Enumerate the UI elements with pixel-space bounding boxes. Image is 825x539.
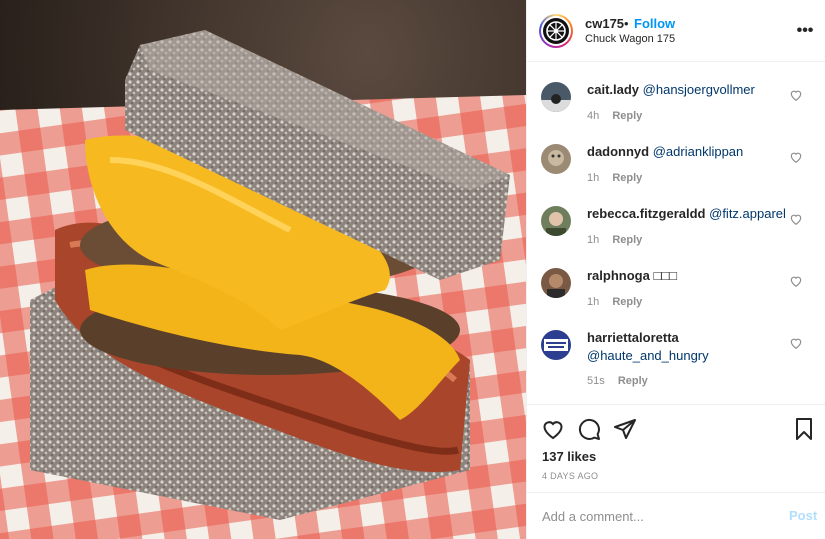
reply-button[interactable]: Reply <box>612 296 642 308</box>
comment-text: rebecca.fitzgeraldd @fitz.apparel <box>587 205 787 223</box>
reply-button[interactable]: Reply <box>612 234 642 246</box>
wagon-wheel-icon <box>543 18 569 44</box>
comment-meta: 51s Reply <box>587 375 648 387</box>
comment-meta: 4h Reply <box>587 110 642 122</box>
post-comment-button[interactable]: Post <box>789 508 817 523</box>
comment-mention[interactable]: @fitz.apparel <box>709 206 786 221</box>
comment-username[interactable]: cait.lady <box>587 82 639 97</box>
comment-username[interactable]: harriettaloretta <box>587 330 679 345</box>
comment-time[interactable]: 1h <box>587 234 599 246</box>
comment-text: cait.lady @hansjoergvollmer <box>587 81 787 99</box>
comment-time[interactable]: 51s <box>587 375 605 387</box>
post-date[interactable]: 4 DAYS AGO <box>542 471 598 481</box>
reply-button[interactable]: Reply <box>612 110 642 122</box>
more-options-icon[interactable]: ••• <box>795 21 815 41</box>
follow-button[interactable]: Follow <box>634 16 675 31</box>
comment-meta: 1h Reply <box>587 234 642 246</box>
comment-text: harriettaloretta @haute_and_hungry <box>587 329 787 365</box>
like-heart-icon[interactable] <box>541 417 565 441</box>
reply-button[interactable]: Reply <box>612 172 642 184</box>
comment-emoji: □□□ <box>653 268 678 283</box>
comment-mention[interactable]: @hansjoergvollmer <box>643 82 755 97</box>
comment-time[interactable]: 1h <box>587 296 599 308</box>
reply-button[interactable]: Reply <box>618 375 648 387</box>
comment-text: dadonnyd @adrianklippan <box>587 143 787 161</box>
likes-count[interactable]: 137 likes <box>542 449 596 464</box>
comment-time[interactable]: 4h <box>587 110 599 122</box>
add-comment-input[interactable] <box>542 506 762 526</box>
comment-avatar[interactable] <box>541 82 571 112</box>
comment-username[interactable]: ralphnoga <box>587 268 650 283</box>
comment-username[interactable]: rebecca.fitzgeraldd <box>587 206 706 221</box>
comment-meta: 1h Reply <box>587 296 642 308</box>
heart-icon[interactable] <box>789 88 803 102</box>
heart-icon[interactable] <box>789 212 803 226</box>
post-photo[interactable] <box>0 0 526 539</box>
bookmark-icon[interactable] <box>792 417 816 441</box>
header-username[interactable]: cw175 <box>585 16 624 31</box>
heart-icon[interactable] <box>789 336 803 350</box>
post-side-panel: cw175 • Follow Chuck Wagon 175 ••• cait.… <box>526 0 825 539</box>
comment-avatar[interactable] <box>541 206 571 236</box>
header-subtitle[interactable]: Chuck Wagon 175 <box>585 33 675 45</box>
heart-icon[interactable] <box>789 274 803 288</box>
comment-icon[interactable] <box>577 417 601 441</box>
comment-avatar[interactable] <box>541 144 571 174</box>
comment-meta: 1h Reply <box>587 172 642 184</box>
header-separator: • <box>624 16 629 31</box>
post-header: cw175 • Follow Chuck Wagon 175 ••• <box>527 0 825 62</box>
add-comment-bar: Post <box>527 492 825 539</box>
share-icon[interactable] <box>613 417 637 441</box>
comment-avatar[interactable] <box>541 268 571 298</box>
comment-mention[interactable]: @haute_and_hungry <box>587 348 709 363</box>
heart-icon[interactable] <box>789 150 803 164</box>
comment-username[interactable]: dadonnyd <box>587 144 649 159</box>
post-actions: 137 likes 4 DAYS AGO <box>527 404 825 492</box>
comment-avatar[interactable] <box>541 330 571 360</box>
profile-avatar[interactable] <box>539 14 573 48</box>
comment-mention[interactable]: @adrianklippan <box>653 144 744 159</box>
comment-text: ralphnoga □□□ <box>587 267 787 285</box>
comment-time[interactable]: 1h <box>587 172 599 184</box>
